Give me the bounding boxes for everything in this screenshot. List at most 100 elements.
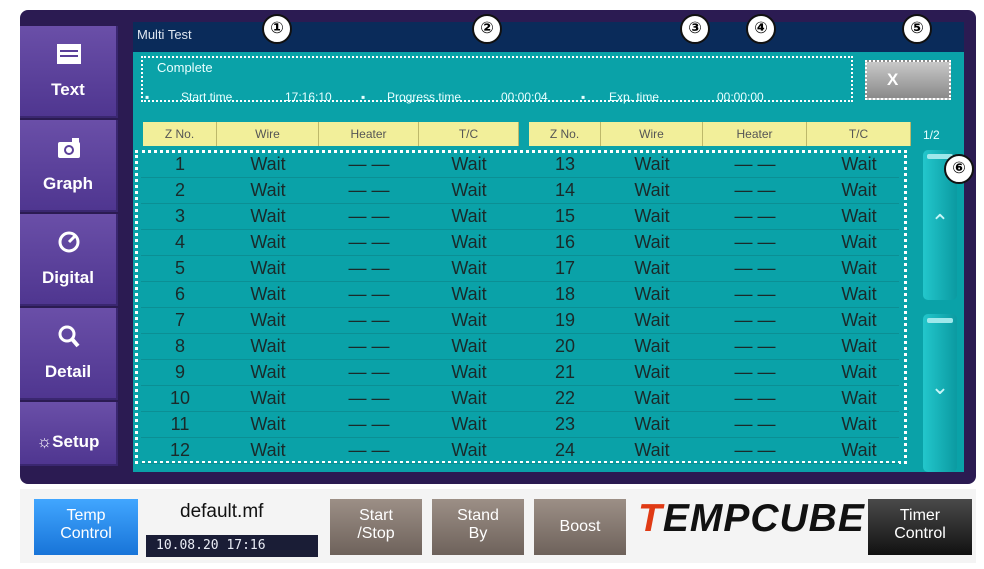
nav-setup-button[interactable]: ☼Setup xyxy=(20,402,118,466)
document-icon xyxy=(57,44,81,64)
start-stop-line2: /Stop xyxy=(357,525,395,542)
header-zone-no: Z No. xyxy=(143,122,217,146)
timer-control-button[interactable]: Timer Control xyxy=(868,499,972,555)
close-button[interactable]: X xyxy=(865,60,951,100)
nav-text-button[interactable]: Text xyxy=(20,26,118,118)
wire-cell: Wait xyxy=(634,232,670,252)
tc-cell: Wait xyxy=(451,232,487,252)
zone-no-cell: 12 xyxy=(169,440,191,460)
heater-cell: — — xyxy=(348,154,390,174)
tc-cell: Wait xyxy=(451,310,487,330)
wire-cell: Wait xyxy=(634,310,670,330)
heater-cell: — — xyxy=(348,440,390,460)
double-chevron-down-icon: ⌄ xyxy=(930,374,950,399)
zone-no-cell: 18 xyxy=(554,284,576,304)
zone-no-cell: 11 xyxy=(170,414,190,434)
tc-cell: Wait xyxy=(451,414,487,434)
heater-cell: — — xyxy=(734,362,776,382)
side-navigation: Text Graph Digital Detail ☼Setup xyxy=(20,26,120,466)
callout-6: ⑥ xyxy=(944,154,974,184)
nav-digital-button[interactable]: Digital xyxy=(20,214,118,306)
tc-cell: Wait xyxy=(841,180,877,200)
zone-no-cell: 2 xyxy=(174,180,185,200)
zone-no-cell: 14 xyxy=(554,180,576,200)
boost-button[interactable]: Boost xyxy=(534,499,626,555)
callout-1: ① xyxy=(262,14,292,44)
nav-text-label: Text xyxy=(51,80,85,99)
scrollbar[interactable]: ⌃ ⌄ xyxy=(923,150,957,472)
exp-time-label: Exp. time xyxy=(609,90,660,104)
heater-cell: — — xyxy=(348,232,390,252)
zone-no-cell: 17 xyxy=(554,258,576,278)
zone-no-cell: 16 xyxy=(554,232,576,252)
double-chevron-up-icon: ⌃ xyxy=(930,210,950,235)
scroll-down-button[interactable]: ⌄ xyxy=(923,314,957,472)
heater-cell: — — xyxy=(348,336,390,356)
nav-detail-button[interactable]: Detail xyxy=(20,308,118,400)
start-stop-button[interactable]: Start /Stop xyxy=(330,499,422,555)
heater-cell: — — xyxy=(348,362,390,382)
heater-cell: — — xyxy=(348,414,390,434)
wire-cell: Wait xyxy=(250,310,286,330)
tc-cell: Wait xyxy=(451,206,487,226)
zone-no-cell: 4 xyxy=(174,232,185,252)
zone-no-cell: 3 xyxy=(174,206,185,226)
tc-cell: Wait xyxy=(841,232,877,252)
exp-time-value: 00:00:00 xyxy=(717,90,764,104)
heater-cell: — — xyxy=(734,232,776,252)
clock-display: 10.08.20 17:16 xyxy=(146,535,318,557)
wire-cell: Wait xyxy=(634,180,670,200)
zone-no-cell: 10 xyxy=(169,388,191,408)
heater-cell: — — xyxy=(734,336,776,356)
tc-cell: Wait xyxy=(841,388,877,408)
wire-cell: Wait xyxy=(634,440,670,460)
heater-cell: — — xyxy=(734,284,776,304)
wire-cell: Wait xyxy=(250,440,286,460)
zone-no-cell: 9 xyxy=(174,362,185,382)
timer-control-line1: Timer xyxy=(899,507,941,524)
nav-graph-button[interactable]: Graph xyxy=(20,120,118,212)
tc-cell: Wait xyxy=(841,284,877,304)
page-indicator: 1/2 xyxy=(923,128,940,142)
zone-no-cell: 23 xyxy=(554,414,576,434)
heater-cell: — — xyxy=(348,388,390,408)
header-zone-no: Z No. xyxy=(529,122,601,146)
wire-cell: Wait xyxy=(250,206,286,226)
wire-cell: Wait xyxy=(634,154,670,174)
tc-cell: Wait xyxy=(841,414,877,434)
zone-no-cell: 6 xyxy=(174,284,185,304)
temp-control-button[interactable]: Temp Control xyxy=(34,499,138,555)
wire-cell: Wait xyxy=(250,258,286,278)
heater-cell: — — xyxy=(348,180,390,200)
header-wire: Wire xyxy=(217,122,319,146)
exp-time-bullet: ▪ xyxy=(581,90,586,104)
nav-setup-label: ☼Setup xyxy=(36,432,100,451)
zone-no-cell: 21 xyxy=(554,362,576,382)
wire-cell: Wait xyxy=(634,258,670,278)
tc-cell: Wait xyxy=(451,440,487,460)
wire-cell: Wait xyxy=(634,388,670,408)
brand-logo-text: EMPCUBE xyxy=(662,497,865,540)
heater-cell: — — xyxy=(348,284,390,304)
tc-cell: Wait xyxy=(841,258,877,278)
temp-control-line2: Control xyxy=(60,525,112,542)
wire-cell: Wait xyxy=(250,180,286,200)
timer-control-line2: Control xyxy=(894,525,946,542)
tc-cell: Wait xyxy=(451,336,487,356)
magnifier-icon xyxy=(58,325,80,348)
multi-test-panel: Multi Test Complete ▪ Start time 17:16:1… xyxy=(133,22,964,472)
status-message: Complete xyxy=(157,60,213,75)
scroll-grip xyxy=(927,318,953,323)
tc-cell: Wait xyxy=(451,154,487,174)
callout-4: ④ xyxy=(746,14,776,44)
header-heater: Heater xyxy=(703,122,807,146)
heater-cell: — — xyxy=(348,258,390,278)
tc-cell: Wait xyxy=(451,284,487,304)
heater-cell: — — xyxy=(734,206,776,226)
start-time-bullet: ▪ xyxy=(145,90,150,104)
stand-by-button[interactable]: Stand By xyxy=(432,499,524,555)
brand-logo-mark: T xyxy=(638,497,663,540)
zone-no-cell: 22 xyxy=(554,388,576,408)
heater-cell: — — xyxy=(734,258,776,278)
heater-cell: — — xyxy=(734,414,776,434)
